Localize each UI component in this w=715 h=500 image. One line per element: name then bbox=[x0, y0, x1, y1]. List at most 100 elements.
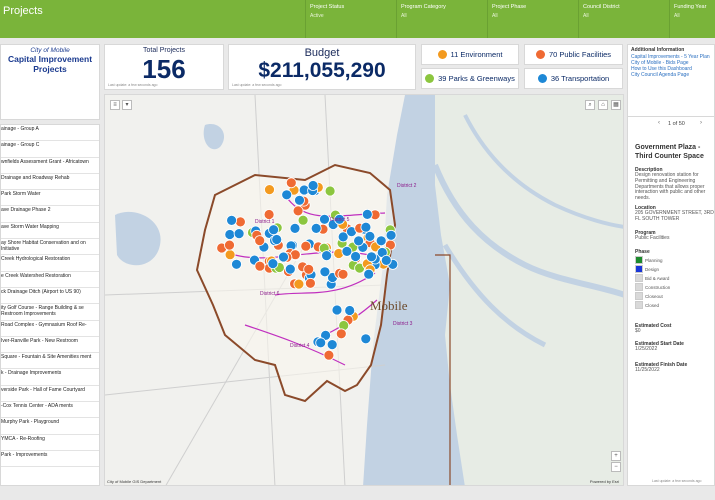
map-marker-public-facilities[interactable] bbox=[285, 177, 297, 189]
list-item[interactable]: Murphy Park - Playground bbox=[1, 418, 99, 435]
map-marker-transportation[interactable] bbox=[278, 251, 289, 263]
list-item[interactable]: Drainage and Roadway Rehab bbox=[1, 174, 99, 191]
list-item[interactable]: k - Drainage Improvements bbox=[1, 369, 99, 386]
map-marker-public-facilities[interactable] bbox=[337, 268, 349, 280]
list-item[interactable]: Road Complex - Gymnasium Roof Re- bbox=[1, 321, 99, 337]
category-environment-button[interactable]: 11 Environment bbox=[421, 44, 519, 65]
map-marker-transportation[interactable] bbox=[294, 194, 305, 206]
chevron-down-icon[interactable]: ▾ bbox=[122, 100, 132, 110]
map-marker-transportation[interactable] bbox=[319, 266, 331, 278]
map-view[interactable]: District 2 District 1 District 5 Distric… bbox=[104, 94, 624, 486]
map-marker-transportation[interactable] bbox=[360, 333, 372, 345]
map-marker-transportation[interactable] bbox=[226, 215, 237, 226]
map-marker-transportation[interactable] bbox=[281, 189, 293, 201]
map-marker-transportation[interactable] bbox=[361, 209, 373, 220]
map-marker-transportation[interactable] bbox=[360, 221, 372, 233]
list-item[interactable]: -Cox Tennis Center - ADA ments bbox=[1, 402, 99, 419]
map-marker-transportation[interactable] bbox=[289, 222, 301, 234]
phase-item: Closed bbox=[635, 301, 715, 309]
map-canvas[interactable]: District 2 District 1 District 5 Distric… bbox=[105, 95, 624, 486]
chevron-left-icon[interactable]: ‹ bbox=[658, 120, 660, 126]
list-item[interactable]: YMCA - Re-Roofing bbox=[1, 435, 99, 451]
map-marker-public-facilities[interactable] bbox=[263, 209, 275, 220]
list-item[interactable]: ave Drainage Phase 2 bbox=[1, 206, 99, 223]
home-icon[interactable]: ⌂ bbox=[598, 100, 608, 110]
list-item[interactable]: ainage - Group A bbox=[1, 125, 99, 142]
link-council-agenda[interactable]: City Council Agenda Page bbox=[631, 72, 711, 78]
basemap-icon[interactable]: ▦ bbox=[611, 100, 621, 110]
map-marker-transportation[interactable] bbox=[363, 268, 375, 280]
list-item[interactable]: Creek Hydrological Restoration bbox=[1, 255, 99, 272]
map-marker-transportation[interactable] bbox=[307, 180, 319, 191]
map-marker-public-facilities[interactable] bbox=[254, 235, 266, 247]
map-marker-environment[interactable] bbox=[264, 184, 275, 195]
map-marker-transportation[interactable] bbox=[268, 224, 280, 236]
map-marker-public-facilities[interactable] bbox=[234, 216, 246, 228]
map-marker-transportation[interactable] bbox=[353, 235, 365, 247]
search-icon[interactable]: ⌕ bbox=[585, 100, 595, 110]
list-item[interactable]: ay Shore Habitat Conservation and on Ini… bbox=[1, 239, 99, 256]
list-item[interactable]: Square - Fountain & Site Amenities ment bbox=[1, 353, 99, 370]
list-item[interactable]: ck Drainage Ditch (Airport to US 90) bbox=[1, 288, 99, 305]
map-marker-transportation[interactable] bbox=[271, 234, 283, 245]
district-3-label: District 3 bbox=[393, 321, 413, 327]
map-marker-public-facilities[interactable] bbox=[224, 239, 235, 251]
map-marker-public-facilities[interactable] bbox=[335, 328, 347, 340]
layer-list-icon[interactable]: ≡ bbox=[110, 100, 120, 110]
map-marker-transportation[interactable] bbox=[224, 229, 236, 240]
map-marker-transportation[interactable] bbox=[366, 251, 377, 263]
map-marker-public-facilities[interactable] bbox=[292, 205, 304, 217]
list-item[interactable]: Iver-Ranville Park - New Restroom bbox=[1, 337, 99, 354]
budget-label: Budget bbox=[304, 47, 340, 59]
map-marker-transportation[interactable] bbox=[331, 304, 343, 316]
list-item[interactable]: ave Storm Water Mapping bbox=[1, 223, 99, 240]
filter-project-phase[interactable]: Project Phase All bbox=[487, 0, 578, 38]
logo-program-title: Capital Improvement Projects bbox=[7, 54, 93, 74]
map-marker-public-facilities[interactable] bbox=[254, 260, 266, 272]
list-item[interactable]: ity Golf Course - Range Building & se Re… bbox=[1, 304, 99, 321]
map-marker-transportation[interactable] bbox=[341, 245, 353, 257]
list-item[interactable]: e Creek Watershed Restoration bbox=[1, 272, 99, 288]
list-item[interactable]: Park - Improvements bbox=[1, 451, 99, 468]
map-marker-parks-greenways[interactable] bbox=[297, 214, 309, 226]
filter-program-category[interactable]: Program Category All bbox=[396, 0, 487, 38]
map-marker-transportation[interactable] bbox=[284, 263, 296, 275]
map-marker-public-facilities[interactable] bbox=[323, 349, 335, 361]
map-marker-transportation[interactable] bbox=[310, 222, 322, 234]
map-credit-esri[interactable]: Powered by Esri bbox=[590, 479, 619, 484]
map-marker-transportation[interactable] bbox=[231, 258, 242, 270]
list-item[interactable]: verside Park - Hall of Fame Courtyard bbox=[1, 386, 99, 403]
list-item[interactable]: Park Storm Water bbox=[1, 190, 99, 207]
category-transportation-button[interactable]: 36 Transportation bbox=[524, 68, 623, 89]
map-marker-environment[interactable] bbox=[224, 249, 236, 261]
list-item[interactable]: wnfields Assessment Grant - Africatown bbox=[1, 158, 99, 174]
map-marker-transportation[interactable] bbox=[315, 337, 327, 349]
zoom-out-icon[interactable]: − bbox=[611, 462, 621, 472]
map-marker-transportation[interactable] bbox=[380, 254, 392, 266]
map-marker-transportation[interactable] bbox=[321, 250, 333, 262]
phase-item: Closeout bbox=[635, 292, 715, 300]
filter-project-status[interactable]: Project Status Active bbox=[305, 0, 396, 38]
budget-updated: Last update: a few seconds ago bbox=[232, 83, 282, 87]
map-marker-public-facilities[interactable] bbox=[304, 277, 316, 289]
list-item[interactable]: ainage - Group C bbox=[1, 141, 99, 158]
map-marker-transportation[interactable] bbox=[319, 213, 330, 225]
map-marker-public-facilities[interactable] bbox=[300, 240, 312, 252]
map-marker-transportation[interactable] bbox=[375, 235, 387, 247]
map-marker-transportation[interactable] bbox=[326, 339, 338, 351]
chevron-right-icon[interactable]: › bbox=[700, 120, 702, 126]
map-marker-transportation[interactable] bbox=[364, 230, 376, 242]
map-marker-transportation[interactable] bbox=[385, 229, 397, 241]
map-marker-public-facilities[interactable] bbox=[303, 263, 315, 275]
map-marker-transportation[interactable] bbox=[233, 228, 245, 240]
map-marker-transportation[interactable] bbox=[267, 258, 279, 270]
filter-council-district[interactable]: Council District All bbox=[578, 0, 669, 38]
zoom-in-icon[interactable]: + bbox=[611, 451, 621, 461]
category-parks-greenways-button[interactable]: 39 Parks & Greenways bbox=[421, 68, 519, 89]
map-marker-environment[interactable] bbox=[293, 278, 305, 290]
map-marker-transportation[interactable] bbox=[350, 251, 362, 262]
map-marker-parks-greenways[interactable] bbox=[324, 185, 336, 197]
filter-funding-year[interactable]: Funding Year All bbox=[669, 0, 715, 38]
category-public-facilities-button[interactable]: 70 Public Facilities bbox=[524, 44, 623, 65]
map-marker-transportation[interactable] bbox=[344, 305, 356, 316]
